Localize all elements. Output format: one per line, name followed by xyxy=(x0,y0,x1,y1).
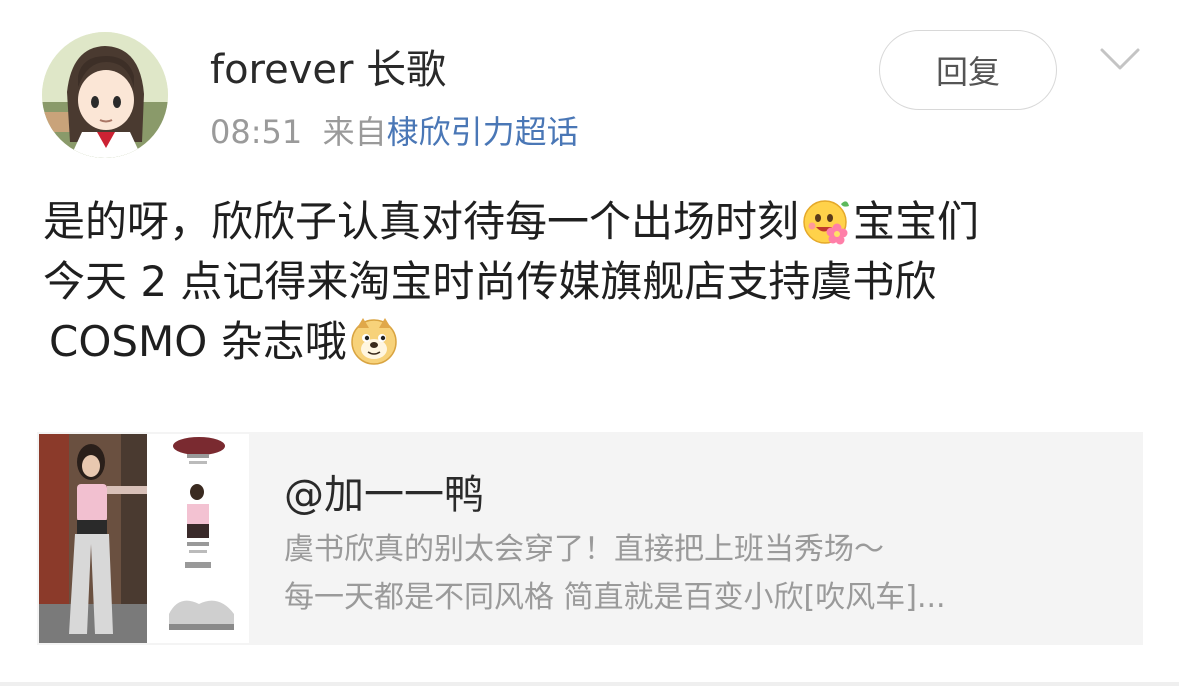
content-line-1: 是的呀，欣欣子认真对待每一个出场时刻 宝宝们 xyxy=(43,192,1143,252)
card-thumbnail xyxy=(39,434,249,643)
source-prefix: 来自 xyxy=(322,113,387,151)
bottom-divider xyxy=(0,682,1179,686)
reply-button[interactable]: 回复 xyxy=(879,30,1057,110)
card-title[interactable]: @加一一鸭 xyxy=(284,462,484,520)
reply-button-label: 回复 xyxy=(935,53,1000,91)
avatar[interactable] xyxy=(42,32,168,158)
content-text-3: COSMO 杂志哦 xyxy=(49,317,347,366)
repost-card[interactable]: @加一一鸭 虞书欣真的别太会穿了！直接把上班当秀场～ 每一天都是不同风格 简直就… xyxy=(37,432,1143,645)
card-desc-line-1: 虞书欣真的别太会穿了！直接把上班当秀场～ xyxy=(284,532,884,567)
post-meta: 08:51 来自棣欣引力超话 xyxy=(210,113,579,151)
flower-smile-emoji xyxy=(803,200,850,245)
post-time: 08:51 xyxy=(210,113,303,151)
username[interactable]: forever 长歌 xyxy=(210,48,446,92)
content-line-2: 今天 2 点记得来淘宝时尚传媒旗舰店支持虞书欣 xyxy=(43,257,937,306)
doge-emoji xyxy=(350,318,397,365)
source-link[interactable]: 棣欣引力超话 xyxy=(387,113,579,151)
card-desc-line-2: 每一天都是不同风格 简直就是百变小欣[吹风车]... xyxy=(284,580,946,615)
post-content: 是的呀，欣欣子认真对待每一个出场时刻 宝宝们 今天 2 点记得来淘宝时尚传媒旗舰… xyxy=(43,192,1143,372)
content-text-1a: 是的呀，欣欣子认真对待每一个出场时刻 xyxy=(43,197,800,246)
card-description: 虞书欣真的别太会穿了！直接把上班当秀场～ 每一天都是不同风格 简直就是百变小欣[… xyxy=(284,526,1104,622)
content-line-3: COSMO 杂志哦 xyxy=(43,312,1143,372)
content-text-1b: 宝宝们 xyxy=(853,197,980,246)
chevron-down-icon[interactable] xyxy=(1098,42,1142,74)
